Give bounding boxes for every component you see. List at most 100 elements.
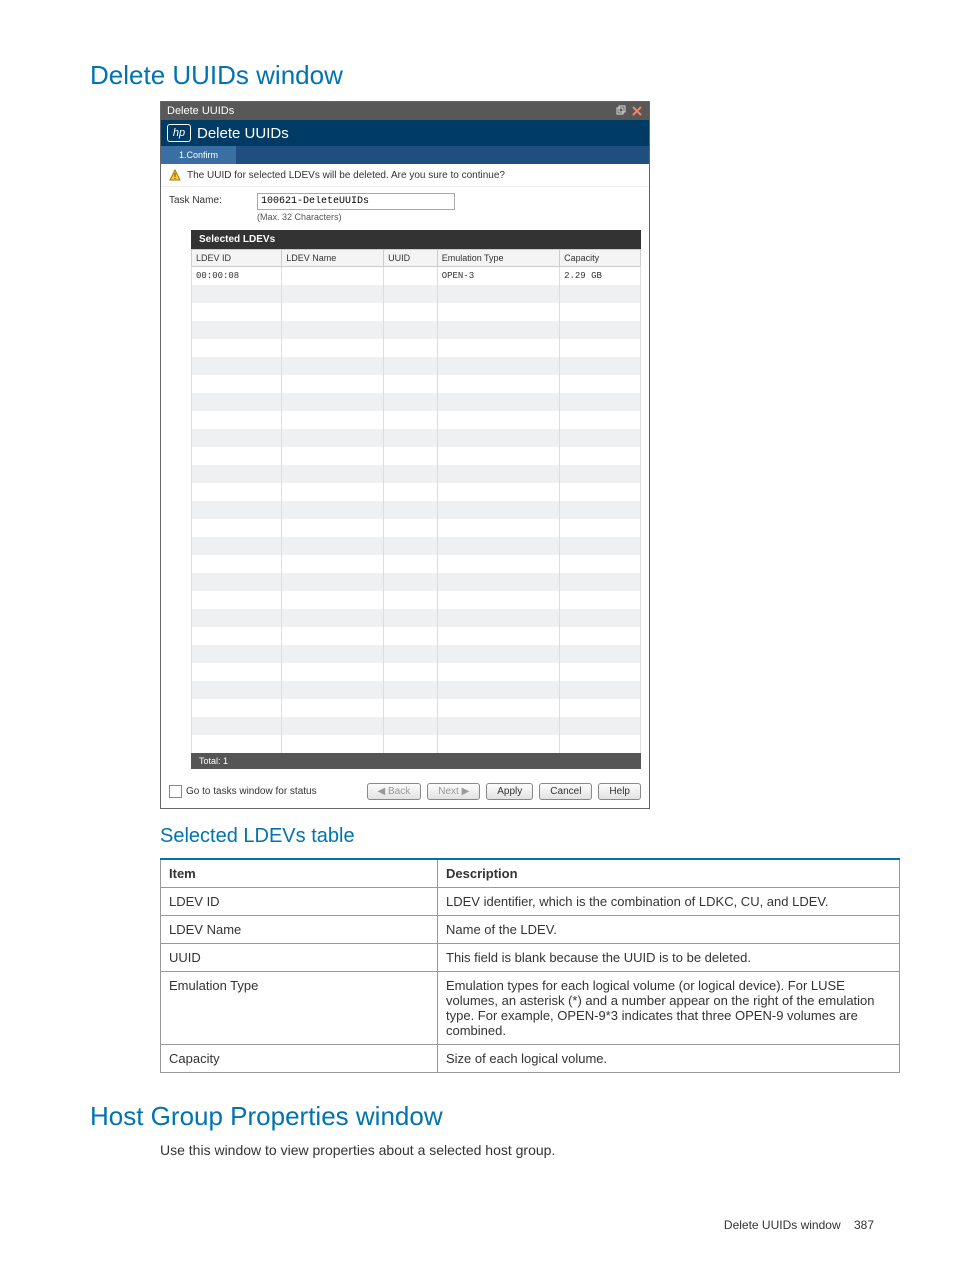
table-cell: [437, 285, 559, 303]
table-row: [192, 321, 641, 339]
table-cell: [282, 285, 384, 303]
desc-head-description: Description: [438, 859, 900, 888]
table-cell: [192, 429, 282, 447]
table-cell: [384, 285, 438, 303]
delete-uuids-window: Delete UUIDs hp Delete UUIDs 1.Confirm !…: [160, 101, 650, 809]
table-cell: [560, 663, 641, 681]
back-button[interactable]: ◀ Back: [367, 783, 422, 800]
table-cell: [560, 447, 641, 465]
table-cell: [282, 465, 384, 483]
table-cell: [192, 537, 282, 555]
wizard-tabs: 1.Confirm: [161, 146, 649, 164]
table-cell: OPEN-3: [437, 267, 559, 286]
table-row: [192, 501, 641, 519]
table-row: [192, 393, 641, 411]
table-row: [192, 663, 641, 681]
table-cell: [560, 681, 641, 699]
table-row: [192, 609, 641, 627]
go-to-tasks-checkbox[interactable]: [169, 785, 182, 798]
table-cell: [437, 555, 559, 573]
desc-item: LDEV ID: [161, 888, 438, 916]
table-cell: [192, 591, 282, 609]
table-cell: 00:00:08: [192, 267, 282, 286]
selected-ldevs-table: LDEV ID LDEV Name UUID Emulation Type Ca…: [191, 249, 641, 753]
task-name-input[interactable]: [257, 193, 455, 210]
warning-row: ! The UUID for selected LDEVs will be de…: [161, 164, 649, 187]
desc-item: UUID: [161, 944, 438, 972]
table-cell: [192, 573, 282, 591]
table-cell: [560, 303, 641, 321]
table-cell: [192, 501, 282, 519]
table-row: [192, 573, 641, 591]
table-cell: [384, 519, 438, 537]
cancel-button[interactable]: Cancel: [539, 783, 592, 800]
table-cell: [437, 303, 559, 321]
table-cell: [437, 411, 559, 429]
table-cell: [560, 375, 641, 393]
table-cell: [192, 555, 282, 573]
table-cell: [384, 483, 438, 501]
table-cell: [282, 645, 384, 663]
table-cell: [192, 357, 282, 375]
table-row: [192, 411, 641, 429]
table-row: [192, 429, 641, 447]
heading-delete-uuids-window: Delete UUIDs window: [90, 60, 894, 91]
table-cell: [192, 699, 282, 717]
table-cell: [560, 519, 641, 537]
desc-item: Emulation Type: [161, 972, 438, 1045]
table-cell: [384, 681, 438, 699]
window-heading-text: Delete UUIDs: [197, 125, 289, 142]
table-cell: [384, 465, 438, 483]
table-cell: [384, 357, 438, 375]
close-icon[interactable]: [631, 105, 643, 117]
table-cell: [282, 699, 384, 717]
help-button[interactable]: Help: [598, 783, 641, 800]
apply-button[interactable]: Apply: [486, 783, 533, 800]
tab-confirm[interactable]: 1.Confirm: [161, 146, 237, 164]
table-cell: [384, 303, 438, 321]
table-cell: [560, 735, 641, 753]
table-cell: [282, 411, 384, 429]
restore-icon[interactable]: [615, 105, 627, 117]
table-cell: [384, 609, 438, 627]
table-cell: [384, 555, 438, 573]
table-cell: [192, 465, 282, 483]
table-cell: [384, 393, 438, 411]
col-ldev-name: LDEV Name: [282, 250, 384, 267]
desc-description: This field is blank because the UUID is …: [438, 944, 900, 972]
table-cell: [282, 555, 384, 573]
table-cell: [282, 663, 384, 681]
table-cell: [384, 447, 438, 465]
table-cell: [560, 285, 641, 303]
svg-text:!: !: [174, 172, 176, 181]
table-row: [192, 285, 641, 303]
table-cell: [437, 483, 559, 501]
table-cell: [560, 339, 641, 357]
task-name-label: Task Name:: [169, 193, 257, 206]
task-name-hint: (Max. 32 Characters): [257, 212, 455, 222]
table-cell: [560, 555, 641, 573]
table-cell: [282, 537, 384, 555]
table-cell: [282, 717, 384, 735]
table-cell: [282, 573, 384, 591]
desc-description: Size of each logical volume.: [438, 1045, 900, 1073]
table-cell: [437, 645, 559, 663]
table-cell: [192, 393, 282, 411]
table-cell: [437, 339, 559, 357]
table-cell: [560, 465, 641, 483]
table-row: LDEV IDLDEV identifier, which is the com…: [161, 888, 900, 916]
next-button[interactable]: Next ▶: [427, 783, 480, 800]
table-row: [192, 465, 641, 483]
table-row: [192, 357, 641, 375]
table-cell: [437, 537, 559, 555]
table-cell: [384, 411, 438, 429]
table-cell: [560, 321, 641, 339]
table-cell: [282, 735, 384, 753]
table-cell: [192, 627, 282, 645]
table-cell: [560, 573, 641, 591]
table-cell: [437, 627, 559, 645]
table-cell: 2.29 GB: [560, 267, 641, 286]
table-cell: [282, 519, 384, 537]
table-row: [192, 627, 641, 645]
host-group-intro-text: Use this window to view properties about…: [160, 1142, 894, 1158]
